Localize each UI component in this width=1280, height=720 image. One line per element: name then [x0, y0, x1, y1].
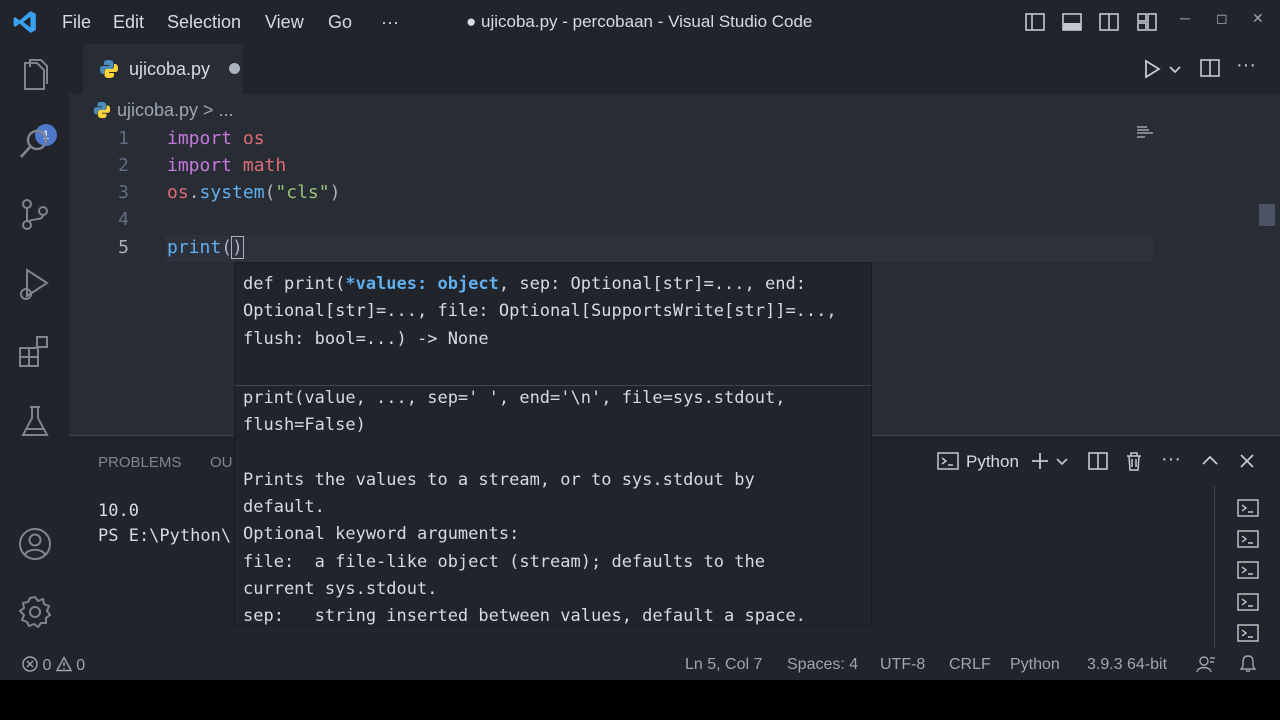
vscode-logo-icon [13, 11, 36, 33]
language-mode[interactable]: Python [1010, 656, 1060, 674]
tab-ujicoba-py[interactable]: ujicoba.py [83, 44, 243, 94]
extensions-icon[interactable] [17, 334, 53, 370]
docstring-text: print(value, ..., sep=' ', end='\n', fil… [243, 388, 806, 626]
code-line: print() [167, 236, 244, 259]
toggle-sidebar-icon[interactable] [1024, 11, 1046, 33]
menu-go[interactable]: Go [328, 12, 352, 33]
terminal-tabs-list [1214, 486, 1280, 698]
unsaved-dot-icon[interactable] [229, 63, 240, 74]
code-line: import os [167, 128, 265, 149]
tab-output[interactable]: OU [210, 454, 233, 471]
toggle-secondary-sidebar-icon[interactable] [1098, 11, 1120, 33]
eol-status[interactable]: CRLF [949, 656, 991, 674]
breadcrumb-text: ujicoba.py > ... [117, 100, 234, 120]
tab-label: ujicoba.py [129, 59, 211, 79]
kill-terminal-trash-icon[interactable] [1123, 450, 1145, 472]
run-debug-icon[interactable] [17, 266, 53, 302]
warning-count: 0 [76, 657, 86, 674]
editor-scrollbar-thumb[interactable] [1259, 204, 1275, 226]
run-dropdown-chevron-icon[interactable] [1168, 63, 1182, 77]
activity-bar: 1 [0, 44, 69, 648]
python-file-icon [100, 60, 118, 78]
problems-status[interactable]: 0 0 [22, 656, 85, 675]
breadcrumb[interactable]: ujicoba.py > ... [93, 100, 234, 121]
minimize-button[interactable]: ─ [1180, 10, 1190, 26]
encoding-status[interactable]: UTF-8 [880, 656, 925, 674]
close-panel-icon[interactable] [1236, 450, 1258, 472]
line-number: 3 [118, 182, 129, 203]
python-file-icon [93, 101, 111, 119]
terminal-output[interactable]: 10.0 PS E:\Python\ [98, 499, 231, 549]
menu-selection[interactable]: Selection [167, 12, 241, 33]
python-interpreter[interactable]: 3.9.3 64-bit [1087, 656, 1167, 674]
search-icon[interactable] [17, 126, 53, 162]
signature-active-param: *values: object [345, 274, 499, 294]
toggle-panel-icon[interactable] [1061, 11, 1083, 33]
testing-icon[interactable] [17, 404, 53, 440]
new-terminal-plus-icon[interactable] [1029, 450, 1051, 472]
editor-more-actions-icon[interactable]: ··· [1236, 54, 1256, 77]
code-line: import math [167, 155, 287, 176]
explorer-icon[interactable] [17, 58, 53, 94]
minimap[interactable] [1137, 126, 1159, 138]
run-python-file-icon[interactable] [1141, 58, 1163, 80]
terminal-instance-icon[interactable] [1237, 623, 1259, 643]
terminal-instance-icon[interactable] [1237, 498, 1259, 518]
line-number-current: 5 [118, 237, 129, 258]
terminal-profile-icon [937, 452, 959, 470]
source-control-icon[interactable] [17, 196, 53, 232]
signature-help-popup: def print(*values: object, sep: Optional… [234, 262, 872, 626]
line-number: 2 [118, 155, 129, 176]
settings-gear-icon[interactable] [17, 594, 53, 630]
editor-tab-strip: ujicoba.py ··· [69, 44, 1280, 94]
error-count: 0 [42, 657, 52, 674]
maximize-button[interactable]: ◻ [1216, 10, 1228, 27]
current-line-highlight [165, 235, 1153, 262]
menu-view[interactable]: View [265, 12, 304, 33]
status-bar: 0 0 Ln 5, Col 7 Spaces: 4 UTF-8 CRLF Pyt… [0, 648, 1280, 680]
tab-problems[interactable]: PROBLEMS [98, 454, 181, 471]
feedback-icon[interactable] [1196, 655, 1216, 673]
terminal-instance-icon[interactable] [1237, 592, 1259, 612]
signature-text: def print(*values: object, sep: Optional… [243, 271, 863, 353]
maximize-panel-chevron-up-icon[interactable] [1199, 450, 1221, 472]
panel-more-actions-icon[interactable]: ··· [1161, 448, 1181, 471]
menu-edit[interactable]: Edit [113, 12, 144, 33]
split-terminal-icon[interactable] [1087, 450, 1109, 472]
menu-file[interactable]: File [62, 12, 91, 33]
line-number: 1 [118, 128, 129, 149]
indentation-status[interactable]: Spaces: 4 [787, 656, 858, 674]
account-icon[interactable] [17, 526, 53, 562]
terminal-instance-icon[interactable] [1237, 560, 1259, 580]
letterbox-bar [0, 680, 1280, 720]
terminal-instance-icon[interactable] [1237, 529, 1259, 549]
signature-prefix: def print( [243, 274, 346, 294]
line-number: 4 [118, 209, 129, 230]
notifications-bell-icon[interactable] [1239, 654, 1257, 674]
title-bar: File Edit Selection View Go ··· ● ujicob… [0, 0, 1280, 44]
split-editor-icon[interactable] [1199, 57, 1221, 79]
window-title: ● ujicoba.py - percobaan - Visual Studio… [466, 12, 813, 31]
code-line: os.system("cls") [167, 182, 341, 203]
terminal-line: PS E:\Python\ [98, 526, 232, 546]
terminal-line: 10.0 [98, 501, 139, 521]
cursor-position[interactable]: Ln 5, Col 7 [685, 656, 762, 674]
error-icon [22, 656, 38, 672]
terminal-profile-name[interactable]: Python [966, 452, 1019, 472]
close-window-button[interactable]: ✕ [1252, 10, 1264, 27]
warning-icon [55, 656, 72, 672]
menu-more[interactable]: ··· [381, 12, 399, 33]
customize-layout-icon[interactable] [1136, 11, 1158, 33]
terminal-dropdown-chevron-icon[interactable] [1055, 450, 1069, 472]
